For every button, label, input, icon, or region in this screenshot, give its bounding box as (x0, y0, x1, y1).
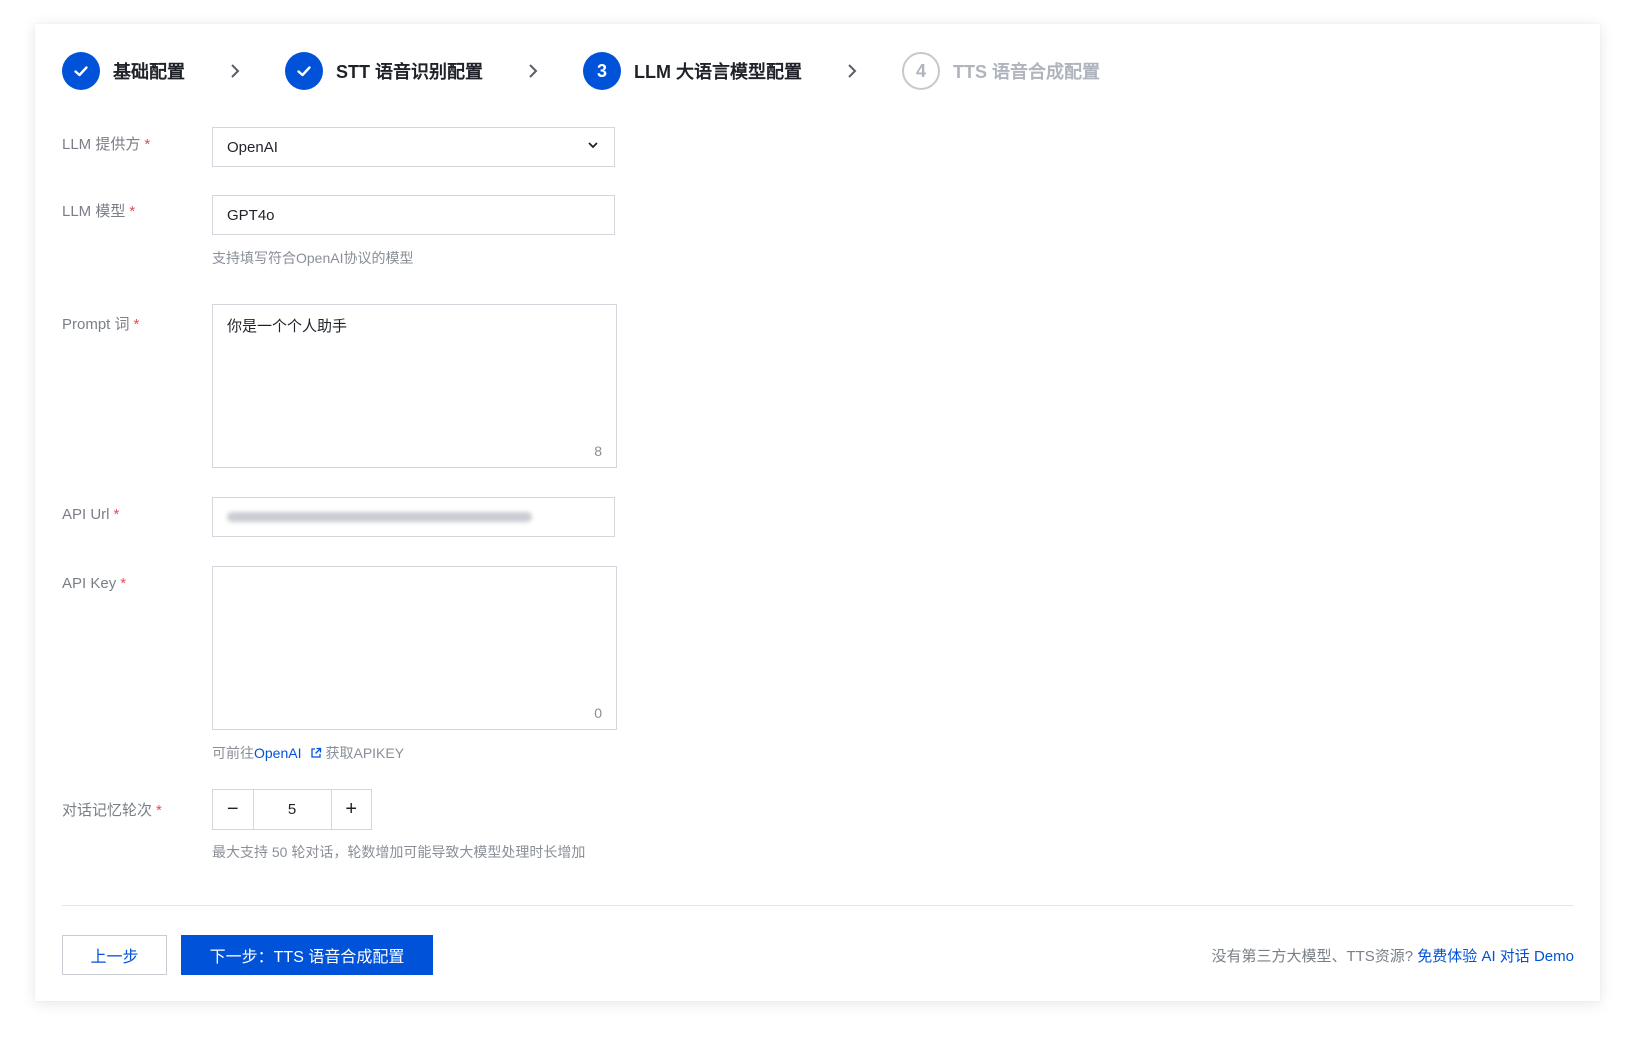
api-key-textarea[interactable]: 0 (212, 566, 617, 730)
chevron-right-icon (185, 62, 285, 80)
config-card: 基础配置 STT 语音识别配置 3 LLM 大语言模型配置 4 TTS 语音合成… (35, 24, 1600, 1001)
check-icon (62, 52, 100, 90)
step-llm[interactable]: 3 LLM 大语言模型配置 (583, 52, 802, 90)
step-title: STT 语音识别配置 (336, 62, 483, 82)
openai-link[interactable]: OpenAI (254, 745, 301, 761)
char-counter: 8 (594, 443, 602, 459)
chevron-right-icon (802, 62, 902, 80)
model-label: LLM 模型 * (62, 203, 136, 220)
step-tts[interactable]: 4 TTS 语音合成配置 (902, 52, 1100, 90)
prompt-label: Prompt 词 * (62, 316, 140, 333)
step-stt[interactable]: STT 语音识别配置 (285, 52, 483, 90)
check-icon (285, 52, 323, 90)
footer-note: 没有第三方大模型、TTS资源? 免费体验 AI 对话 Demo (1211, 948, 1574, 965)
memory-stepper: − 5 + (212, 789, 372, 830)
memory-label: 对话记忆轮次 * (62, 802, 162, 819)
step-title: TTS 语音合成配置 (953, 62, 1100, 82)
step-number: 3 (583, 52, 621, 90)
char-counter: 0 (594, 705, 602, 721)
prompt-textarea[interactable]: 你是一个个人助手 8 (212, 304, 617, 468)
memory-value[interactable]: 5 (252, 790, 332, 829)
steps-bar: 基础配置 STT 语音识别配置 3 LLM 大语言模型配置 4 TTS 语音合成… (62, 51, 1100, 91)
redacted-value (227, 512, 532, 522)
increment-button[interactable]: + (331, 790, 372, 829)
step-title: 基础配置 (113, 62, 185, 82)
step-basic[interactable]: 基础配置 (62, 52, 185, 90)
api-url-input[interactable] (212, 497, 615, 537)
model-input[interactable]: GPT4o (212, 195, 615, 235)
decrement-button[interactable]: − (213, 790, 253, 829)
memory-help: 最大支持 50 轮对话，轮数增加可能导致大模型处理时长增加 (212, 844, 586, 860)
demo-link[interactable]: 免费体验 AI 对话 Demo (1417, 948, 1574, 965)
provider-label: LLM 提供方 * (62, 136, 151, 153)
external-link-icon[interactable] (310, 747, 322, 759)
chevron-down-icon (586, 138, 600, 156)
divider (62, 905, 1574, 906)
model-help: 支持填写符合OpenAI协议的模型 (212, 250, 414, 266)
prev-button[interactable]: 上一步 (62, 935, 167, 975)
api-key-label: API Key * (62, 575, 127, 592)
step-number: 4 (902, 52, 940, 90)
api-key-help: 可前往 OpenAI 获取APIKEY (212, 745, 405, 761)
api-url-label: API Url * (62, 506, 120, 523)
provider-value: OpenAI (227, 138, 278, 156)
provider-select[interactable]: OpenAI (212, 127, 615, 167)
step-title: LLM 大语言模型配置 (634, 62, 802, 82)
next-button[interactable]: 下一步：TTS 语音合成配置 (181, 935, 433, 975)
chevron-right-icon (483, 62, 583, 80)
